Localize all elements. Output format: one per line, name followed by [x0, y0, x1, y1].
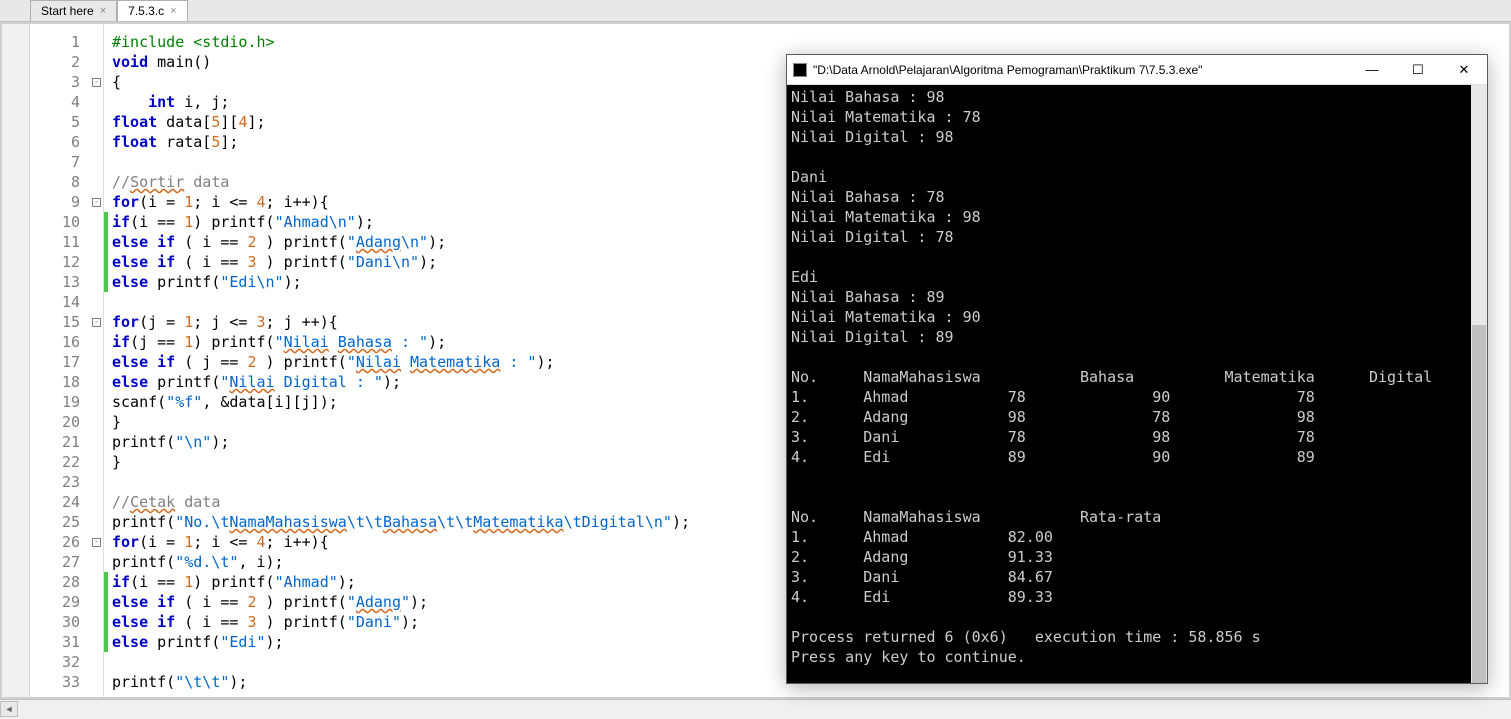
line-number-gutter: 1234567891011121314151617181920212223242… [30, 24, 90, 697]
tab-start-here[interactable]: Start here × [30, 0, 117, 21]
code-line[interactable]: #include <stdio.h> [112, 32, 1505, 52]
tab-label: 7.5.3.c [128, 4, 164, 18]
maximize-button[interactable]: ☐ [1395, 55, 1441, 85]
editor-margin [2, 24, 30, 697]
tab-close-icon[interactable]: × [100, 5, 106, 17]
fold-gutter: - - - - [90, 24, 104, 697]
fold-toggle-icon[interactable]: - [92, 318, 101, 327]
console-text: Nilai Bahasa : 98 Nilai Matematika : 78 … [791, 88, 1432, 666]
console-scrollbar[interactable] [1471, 85, 1487, 683]
tab-file[interactable]: 7.5.3.c × [117, 0, 187, 21]
fold-toggle-icon[interactable]: - [92, 78, 101, 87]
console-titlebar[interactable]: "D:\Data Arnold\Pelajaran\Algoritma Pemo… [787, 55, 1487, 85]
scroll-left-icon[interactable]: ◄ [0, 701, 18, 717]
window-controls: — ☐ ✕ [1349, 55, 1487, 85]
horizontal-scrollbar[interactable]: ◄ [0, 699, 1511, 717]
console-app-icon [793, 63, 807, 77]
fold-toggle-icon[interactable]: - [92, 538, 101, 547]
close-button[interactable]: ✕ [1441, 55, 1487, 85]
tabs-bar: Start here × 7.5.3.c × [0, 0, 1511, 22]
minimize-button[interactable]: — [1349, 55, 1395, 85]
tab-close-icon[interactable]: × [170, 5, 176, 17]
console-output[interactable]: Nilai Bahasa : 98 Nilai Matematika : 78 … [787, 85, 1487, 683]
console-window: "D:\Data Arnold\Pelajaran\Algoritma Pemo… [786, 54, 1488, 684]
console-title: "D:\Data Arnold\Pelajaran\Algoritma Pemo… [813, 63, 1349, 77]
console-scroll-thumb[interactable] [1472, 325, 1486, 683]
fold-toggle-icon[interactable]: - [92, 198, 101, 207]
tab-label: Start here [41, 4, 94, 18]
